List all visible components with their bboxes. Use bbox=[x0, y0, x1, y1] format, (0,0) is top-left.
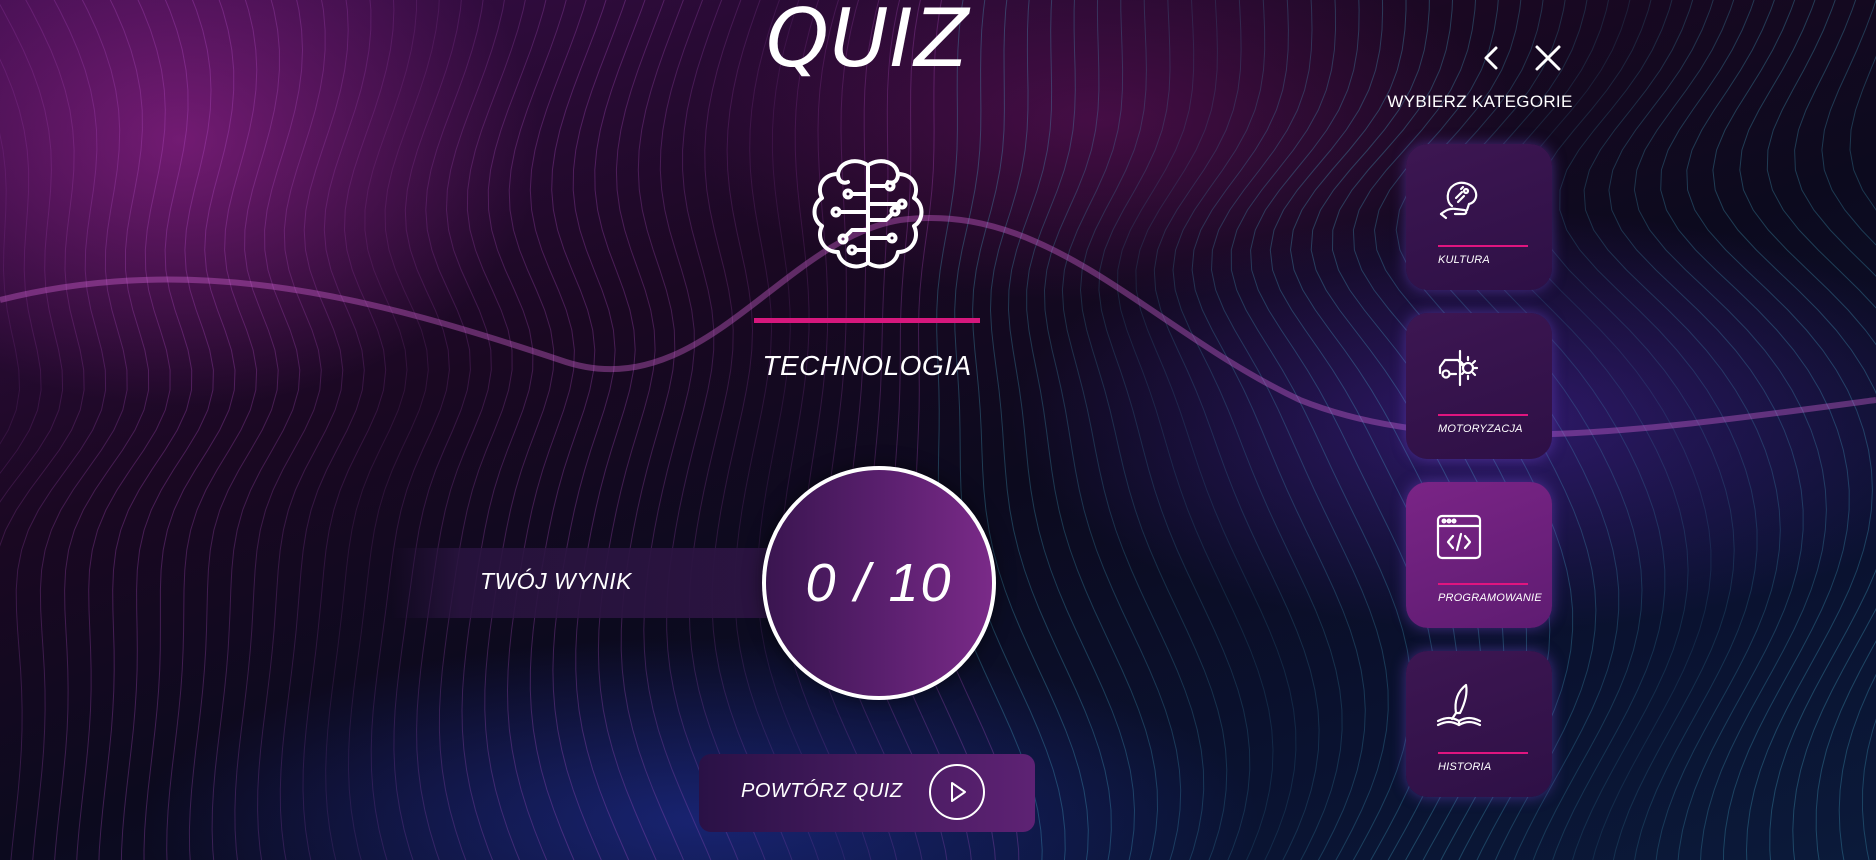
category-label: PROGRAMOWANIE bbox=[1438, 592, 1542, 604]
wave-line bbox=[1098, 0, 1251, 860]
wave-line bbox=[954, 0, 1066, 860]
wave-line bbox=[0, 132, 21, 445]
wave-line bbox=[0, 3, 64, 503]
score-circle: 0 / 10 bbox=[762, 466, 996, 700]
wave-line bbox=[802, 0, 898, 860]
wave-line bbox=[825, 0, 923, 860]
wave-line bbox=[936, 0, 1043, 860]
wave-line bbox=[734, 0, 820, 860]
glow-band bbox=[0, 215, 1876, 438]
quiz-screen: QUIZ TECHNOLOGIA TWÓJ WYNIK 0 / 10 POWTÓ… bbox=[0, 0, 1876, 860]
chevron-left-icon[interactable] bbox=[1476, 42, 1508, 74]
wave-line bbox=[98, 0, 193, 860]
card-underline bbox=[1438, 583, 1528, 585]
wave-line bbox=[972, 0, 1089, 860]
category-card-historia[interactable]: HISTORIA bbox=[1406, 651, 1552, 797]
wave-line bbox=[779, 0, 872, 860]
category-card-kultura[interactable]: KULTURA bbox=[1406, 144, 1552, 290]
category-label: MOTORYZACJA bbox=[1438, 423, 1523, 435]
wave-line bbox=[416, 0, 505, 860]
wave-line bbox=[1739, 0, 1876, 860]
wave-line bbox=[1660, 0, 1850, 860]
wave-line bbox=[757, 0, 846, 860]
wave-line bbox=[0, 58, 42, 475]
wave-line bbox=[166, 0, 258, 860]
wave-line bbox=[1633, 0, 1827, 860]
wave-line bbox=[688, 0, 766, 860]
category-underline bbox=[754, 318, 980, 323]
car-gear-icon bbox=[1436, 345, 1482, 391]
quill-book-icon bbox=[1436, 683, 1482, 729]
wave-line bbox=[1230, 0, 1412, 860]
choose-category-heading: WYBIERZ KATEGORIE bbox=[1387, 92, 1573, 111]
wave-line bbox=[711, 0, 793, 860]
category-label: HISTORIA bbox=[1438, 761, 1492, 773]
card-underline bbox=[1438, 245, 1528, 247]
background-waves bbox=[0, 0, 1876, 860]
wave-line bbox=[54, 0, 150, 860]
wave-line bbox=[211, 0, 304, 860]
category-card-programowanie[interactable]: PROGRAMOWANIE bbox=[1406, 482, 1552, 628]
card-underline bbox=[1438, 414, 1528, 416]
wave-line bbox=[461, 0, 547, 860]
play-icon[interactable] bbox=[929, 764, 985, 820]
wave-line bbox=[76, 0, 171, 860]
score-value: 0 / 10 bbox=[805, 553, 953, 613]
wave-line bbox=[1686, 0, 1873, 860]
card-underline bbox=[1438, 752, 1528, 754]
nav-controls bbox=[1462, 42, 1572, 74]
wave-line bbox=[1821, 0, 1876, 860]
wave-line bbox=[989, 0, 1112, 860]
category-card-motoryzacja[interactable]: MOTORYZACJA bbox=[1406, 313, 1552, 459]
wave-line bbox=[257, 0, 349, 860]
brain-circuit-icon bbox=[808, 156, 928, 276]
score-label: TWÓJ WYNIK bbox=[480, 568, 632, 594]
culture-head-icon bbox=[1436, 176, 1482, 222]
repeat-quiz-button[interactable]: POWTÓRZ QUIZ bbox=[699, 754, 1035, 832]
wave-line bbox=[1210, 0, 1389, 860]
code-window-icon bbox=[1436, 514, 1482, 560]
wave-line bbox=[643, 0, 712, 860]
repeat-quiz-label: POWTÓRZ QUIZ bbox=[741, 780, 903, 802]
wave-line bbox=[1061, 0, 1205, 860]
wave-line bbox=[1043, 0, 1182, 860]
wave-line bbox=[1172, 0, 1343, 860]
wave-line bbox=[325, 0, 418, 860]
category-label: KULTURA bbox=[1438, 254, 1490, 266]
wave-line bbox=[0, 0, 85, 547]
close-icon[interactable] bbox=[1532, 42, 1564, 74]
current-category-name: TECHNOLOGIA bbox=[762, 350, 972, 381]
wave-line bbox=[143, 0, 236, 860]
wave-line bbox=[234, 0, 326, 860]
wave-line bbox=[32, 0, 128, 860]
wave-line bbox=[1191, 0, 1366, 860]
wave-line bbox=[188, 0, 280, 860]
